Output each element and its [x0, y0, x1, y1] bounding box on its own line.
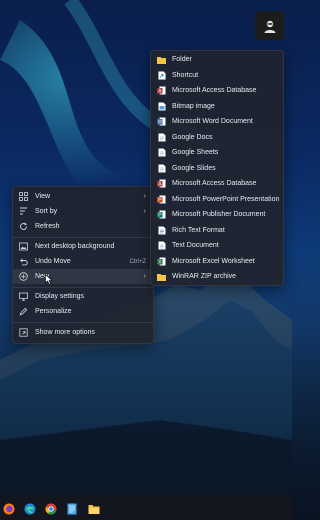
access-icon: A — [157, 86, 166, 95]
submenu-item-label: Rich Text Format — [172, 226, 225, 234]
submenu-item-label: Folder — [172, 56, 192, 63]
submenu-item-label: WinRAR ZIP archive — [172, 273, 237, 280]
chrome-icon[interactable] — [45, 502, 57, 515]
submenu-item-word-document[interactable]: W Microsoft Word Document — [151, 114, 283, 129]
menu-item-view[interactable]: View › — [13, 189, 153, 204]
more-options-icon — [19, 328, 28, 337]
submenu-item-access-database-2[interactable]: A Microsoft Access Database — [151, 176, 283, 191]
publisher-icon: P — [157, 210, 166, 219]
word-icon: W — [157, 117, 166, 126]
menu-divider — [13, 237, 153, 238]
folder-icon — [157, 55, 166, 64]
pen-icon — [19, 307, 28, 316]
new-icon — [19, 272, 28, 281]
powerpoint-icon: P — [157, 195, 166, 204]
submenu-item-google-docs[interactable]: Google Docs — [151, 130, 283, 145]
bitmap-icon — [157, 102, 166, 111]
menu-item-label: Undo Move — [35, 258, 71, 265]
chevron-right-icon: › — [143, 193, 146, 200]
menu-divider — [13, 287, 153, 288]
submenu-item-label: Microsoft Excel Worksheet — [172, 257, 255, 265]
refresh-icon — [19, 222, 28, 231]
firefox-icon[interactable] — [3, 502, 15, 515]
grid-icon — [19, 192, 28, 201]
submenu-item-excel-worksheet[interactable]: X Microsoft Excel Worksheet — [151, 254, 283, 269]
submenu-item-publisher-document[interactable]: P Microsoft Publisher Document — [151, 207, 283, 222]
submenu-item-label: Google Slides — [172, 164, 216, 172]
submenu-item-label: Microsoft Word Document — [172, 118, 253, 125]
submenu-item-label: Google Docs — [172, 133, 213, 141]
menu-item-label: Personalize — [35, 308, 72, 315]
document-icon — [157, 164, 166, 173]
submenu-item-label: Microsoft Access Database — [172, 180, 257, 187]
menu-item-label: Show more options — [35, 329, 95, 336]
submenu-item-text-document[interactable]: Text Document — [151, 238, 283, 253]
menu-item-new[interactable]: New › — [13, 269, 153, 284]
menu-item-show-more-options[interactable]: Show more options — [13, 325, 153, 340]
submenu-item-powerpoint-presentation[interactable]: P Microsoft PowerPoint Presentation — [151, 192, 283, 207]
submenu-item-rich-text-format[interactable]: Rich Text Format — [151, 223, 283, 238]
menu-item-sort-by[interactable]: Sort by › — [13, 204, 153, 219]
desktop-context-menu: View › Sort by › Refresh Next desktop ba… — [12, 186, 154, 344]
menu-item-next-background[interactable]: Next desktop background — [13, 239, 153, 254]
image-icon — [19, 242, 28, 251]
chevron-right-icon: › — [143, 273, 146, 280]
submenu-item-label: Microsoft PowerPoint Presentation — [172, 195, 280, 203]
document-icon — [157, 133, 166, 142]
menu-item-label: View — [35, 193, 51, 200]
menu-item-undo-move[interactable]: Undo Move Ctrl+Z — [13, 254, 153, 269]
document-icon — [157, 226, 166, 235]
document-icon — [157, 148, 166, 157]
submenu-item-label: Microsoft Publisher Document — [172, 211, 266, 218]
file-explorer-icon[interactable] — [88, 502, 100, 514]
menu-item-label: Display settings — [35, 293, 85, 300]
mouse-pointer-icon — [45, 272, 53, 290]
submenu-item-bitmap-image[interactable]: Bitmap image — [151, 99, 283, 114]
menu-divider — [13, 322, 153, 323]
taskbar — [0, 495, 292, 520]
edge-icon[interactable] — [24, 502, 36, 515]
submenu-item-label: Shortcut — [172, 71, 199, 79]
excel-icon: X — [157, 257, 166, 266]
menu-item-label: Refresh — [35, 223, 60, 230]
new-submenu: Folder Shortcut A Microsoft Access Datab… — [150, 50, 284, 286]
submenu-item-shortcut[interactable]: Shortcut — [151, 68, 283, 83]
submenu-item-label: Microsoft Access Database — [172, 87, 257, 94]
shortcut-icon — [157, 70, 166, 80]
submenu-item-google-slides[interactable]: Google Slides — [151, 161, 283, 176]
menu-item-personalize[interactable]: Personalize — [13, 304, 153, 319]
submenu-item-label: Text Document — [172, 242, 219, 249]
sort-icon — [19, 207, 28, 216]
svg-text:W: W — [158, 120, 163, 126]
shortcut-text: Ctrl+Z — [129, 258, 147, 265]
menu-item-display-settings[interactable]: Display settings — [13, 289, 153, 304]
document-icon — [157, 241, 166, 250]
undo-icon — [19, 257, 28, 266]
menu-item-label: Next desktop background — [35, 243, 115, 250]
chevron-right-icon: › — [143, 208, 146, 215]
notepad-icon[interactable] — [67, 502, 79, 515]
menu-item-refresh[interactable]: Refresh — [13, 219, 153, 234]
folder-icon — [157, 272, 166, 281]
menu-item-label: Sort by — [35, 208, 58, 215]
submenu-item-folder[interactable]: Folder — [151, 52, 283, 67]
submenu-item-label: Google Sheets — [172, 149, 219, 156]
access-icon: A — [157, 179, 166, 188]
submenu-item-access-database[interactable]: A Microsoft Access Database — [151, 83, 283, 98]
submenu-item-google-sheets[interactable]: Google Sheets — [151, 145, 283, 160]
submenu-item-label: Bitmap image — [172, 102, 215, 110]
display-icon — [19, 292, 28, 301]
user-avatar[interactable] — [255, 11, 284, 40]
submenu-item-winrar-zip-archive[interactable]: WinRAR ZIP archive — [151, 269, 283, 284]
